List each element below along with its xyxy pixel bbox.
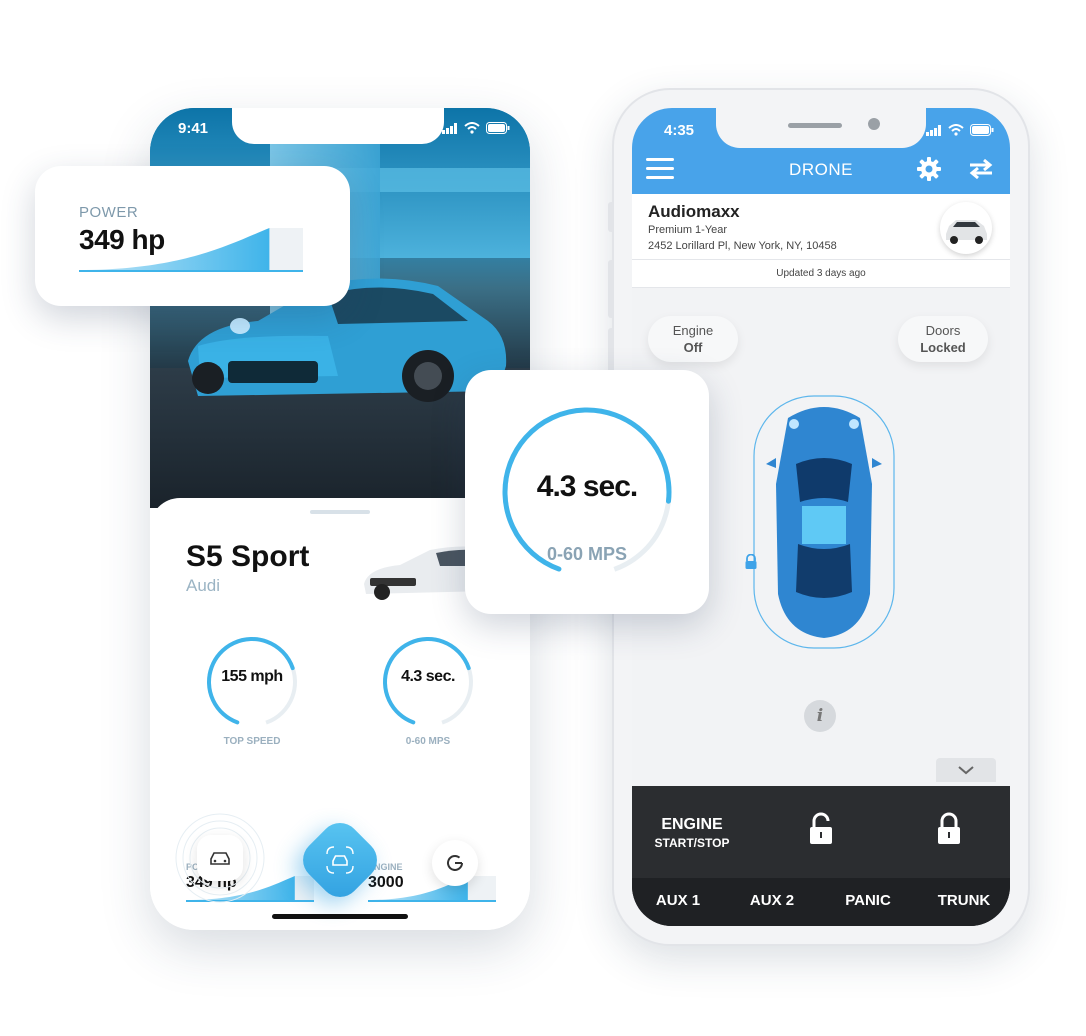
car-top-view <box>753 395 895 649</box>
acceleration-label: 0-60 MPS <box>405 736 451 747</box>
status-bar: 9:41 <box>150 120 530 140</box>
lock-button[interactable] <box>936 812 962 846</box>
top-speed-value: 155 mph <box>221 668 283 685</box>
engine-status-label: Engine <box>672 323 714 338</box>
power-card-label: POWER <box>79 204 139 221</box>
signal-icon <box>442 122 457 134</box>
chevron-down-icon <box>958 766 974 775</box>
car-brand: Audi <box>186 576 221 595</box>
status-time-right: 4:35 <box>664 122 695 139</box>
home-indicator[interactable] <box>272 914 408 919</box>
panic-button[interactable]: PANIC <box>828 892 908 909</box>
aux2-button[interactable]: AUX 2 <box>732 892 812 909</box>
status-time: 9:41 <box>178 120 209 137</box>
power-card: POWER 349 hp <box>35 166 350 306</box>
doors-status-label: Doors <box>925 323 961 338</box>
battery-icon <box>486 122 510 134</box>
car-scan-icon <box>326 846 354 874</box>
google-icon <box>447 854 463 871</box>
battery-icon <box>970 124 994 136</box>
gear-icon[interactable] <box>916 156 942 182</box>
doors-status-pill: Doors Locked <box>898 316 988 362</box>
doors-status-value: Locked <box>920 340 966 355</box>
account-panel[interactable]: Audiomaxx Premium 1-Year 2452 Lorillard … <box>632 194 1010 260</box>
meter-baseline <box>79 270 303 272</box>
meter-fill <box>79 228 270 270</box>
account-plan: Premium 1-Year <box>648 224 728 236</box>
acceleration-card: 4.3 sec. 0-60 MPS <box>465 370 709 614</box>
car-icon <box>210 852 230 865</box>
signal-icon <box>926 124 941 136</box>
top-speed-gauge: 155 mph TOP SPEED <box>204 634 300 747</box>
wifi-icon <box>464 122 480 134</box>
engine-sub-label: START/STOP <box>654 836 730 850</box>
power-ramp-bar <box>79 228 303 272</box>
acceleration-gauge: 4.3 sec. 0-60 MPS <box>380 634 476 747</box>
engine-label: ENGINE <box>661 816 723 833</box>
acceleration-value: 4.3 sec. <box>401 668 455 685</box>
status-bar-right: 4:35 <box>632 122 1010 142</box>
account-address: 2452 Lorillard Pl, New York, NY, 10458 <box>648 240 837 252</box>
lock-indicator-icon <box>745 554 757 569</box>
bottom-nav <box>150 808 530 930</box>
engine-status-value: Off <box>683 340 703 355</box>
swap-icon[interactable] <box>968 158 994 180</box>
app-title: DRONE <box>789 160 853 179</box>
account-name: Audiomaxx <box>648 202 740 221</box>
car-model: S5 Sport <box>186 540 310 573</box>
top-speed-label: TOP SPEED <box>223 736 281 747</box>
scan-nav-button[interactable] <box>294 814 386 906</box>
aux1-button[interactable]: AUX 1 <box>638 892 718 909</box>
remote-controls: ENGINE START/STOP AUX 1 AUX 2 PANIC TRUN… <box>632 786 1010 926</box>
wifi-icon <box>948 124 964 136</box>
engine-status-pill: Engine Off <box>648 316 738 362</box>
meter-track <box>269 228 303 270</box>
sheet-handle[interactable] <box>310 510 370 514</box>
acceleration-card-label: 0-60 MPS <box>546 544 628 564</box>
unlock-button[interactable] <box>808 812 834 846</box>
collapse-tab[interactable] <box>936 758 996 782</box>
engine-start-stop-button[interactable]: ENGINE START/STOP <box>646 816 738 850</box>
google-nav-button[interactable] <box>432 840 478 886</box>
vehicle-thumbnail[interactable] <box>940 202 992 254</box>
car-nav-button[interactable] <box>174 812 266 904</box>
updated-text: Updated 3 days ago <box>632 260 1010 288</box>
acceleration-card-value: 4.3 sec. <box>536 470 638 503</box>
info-button[interactable]: i <box>804 700 836 732</box>
trunk-button[interactable]: TRUNK <box>924 892 1004 909</box>
